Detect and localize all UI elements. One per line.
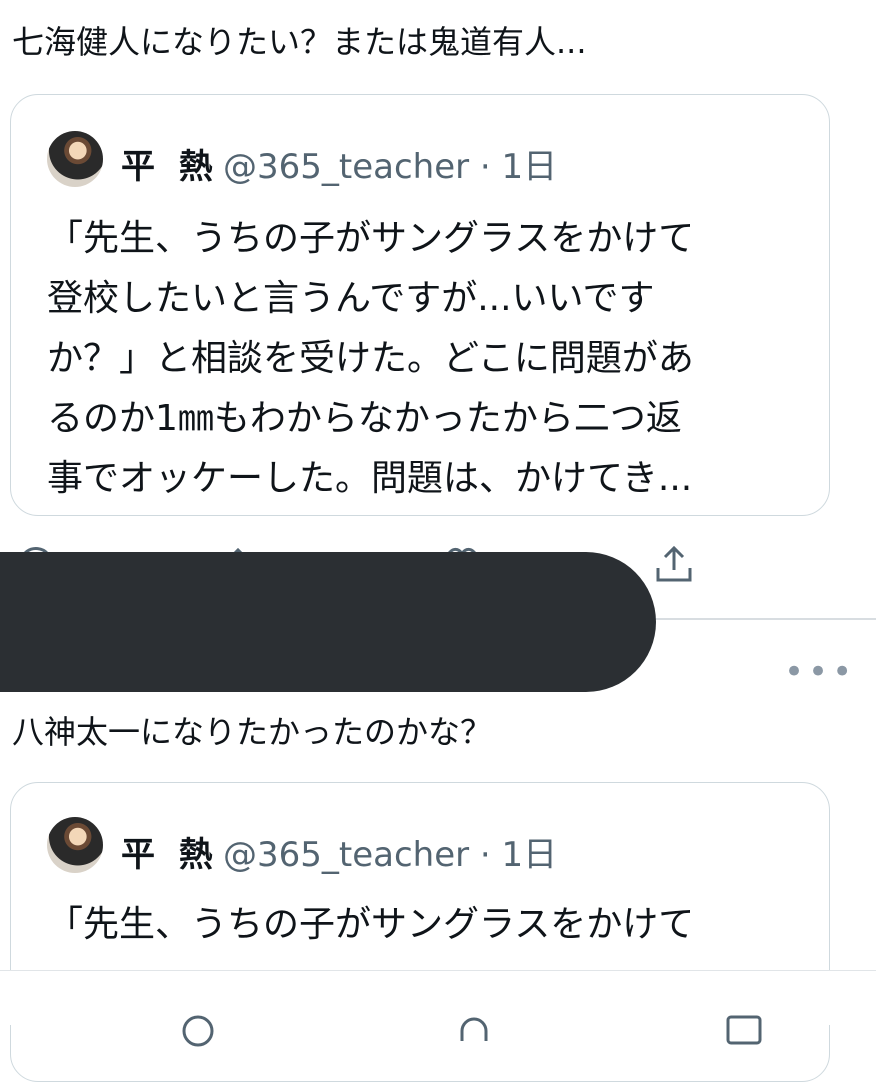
quoted-tweet-text: 「先生、うちの子がサングラスをかけて 登校したいと言うんですが...いいです か… bbox=[47, 209, 694, 509]
messages-icon[interactable] bbox=[722, 1011, 766, 1055]
quoted-tweet-card[interactable]: 平 熱 @365_teacher · 1日 「先生、うちの子がサングラスをかけて bbox=[10, 782, 830, 1082]
redaction-block bbox=[0, 552, 656, 692]
quoted-tweet-text: 「先生、うちの子がサングラスをかけて bbox=[47, 895, 694, 955]
quoted-author-name: 平 熱 bbox=[121, 835, 219, 875]
search-icon[interactable] bbox=[178, 1011, 222, 1055]
quoted-text-line: 「先生、うちの子がサングラスをかけて bbox=[47, 904, 695, 945]
quoted-author-name: 平 熱 bbox=[121, 147, 219, 187]
more-options-icon[interactable]: ••• bbox=[784, 652, 856, 692]
quoted-text-line: 「先生、うちの子がサングラスをかけて bbox=[47, 218, 695, 259]
quoted-text-line: るのか1㎜もわからなかったから二つ返 bbox=[47, 398, 682, 439]
quoted-author-handle-time: @365_teacher · 1日 bbox=[223, 147, 558, 187]
avatar[interactable] bbox=[47, 131, 103, 187]
tweet-header-cropped bbox=[12, 0, 772, 4]
quoted-text-line: 事でオッケーした。問題は、かけてき... bbox=[47, 458, 693, 499]
bottom-tab-bar bbox=[0, 970, 876, 1047]
quoted-text-line: 登校したいと言うんですが...いいです bbox=[47, 278, 655, 319]
tweet-text: 七海健人になりたい？または鬼道有人... bbox=[12, 23, 587, 61]
quoted-tweet-card[interactable]: 平 熱 @365_teacher · 1日 「先生、うちの子がサングラスをかけて… bbox=[10, 94, 830, 516]
tweet-text: 八神太一になりたかったのかな？ bbox=[12, 713, 493, 751]
quoted-text-line: か？」と相談を受けた。どこに問題があ bbox=[47, 338, 694, 379]
quoted-author-handle-time: @365_teacher · 1日 bbox=[223, 835, 558, 875]
notifications-icon[interactable] bbox=[452, 1011, 496, 1055]
share-icon[interactable] bbox=[652, 542, 696, 586]
avatar[interactable] bbox=[47, 817, 103, 873]
